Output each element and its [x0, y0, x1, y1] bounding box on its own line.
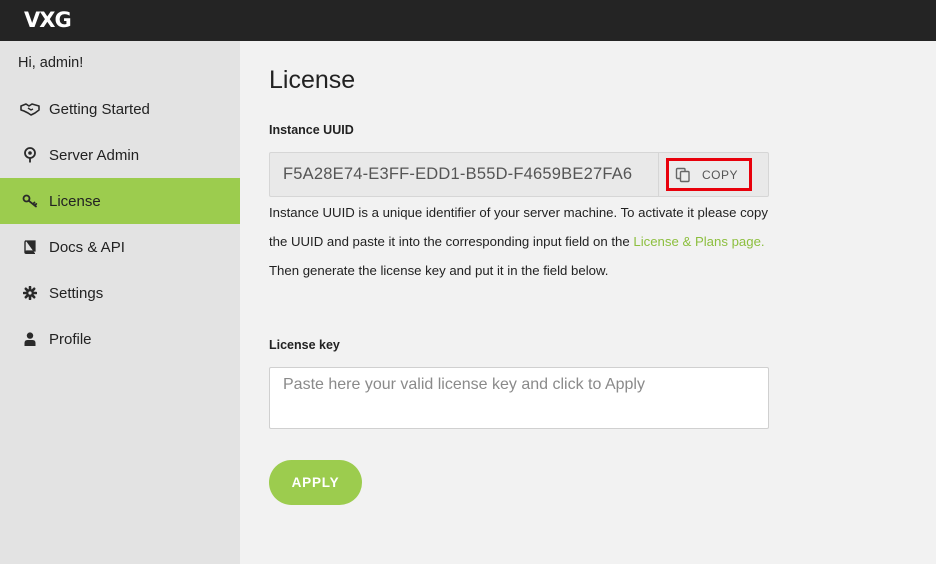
book-icon — [20, 238, 40, 256]
sidebar-item-label: Docs & API — [49, 238, 125, 256]
sidebar-item-label: Getting Started — [49, 100, 150, 118]
sidebar-item-license[interactable]: License — [0, 178, 240, 224]
instance-uuid-label: Instance UUID — [269, 123, 354, 137]
sidebar: Hi, admin! Getting Started Server Admin — [0, 41, 240, 564]
instance-uuid-value: F5A28E74-E3FF-EDD1-B55D-F4659BE27FA6 — [283, 165, 633, 183]
sidebar-nav: Getting Started Server Admin License Doc… — [0, 86, 240, 362]
main-content: License Instance UUID F5A28E74-E3FF-EDD1… — [240, 41, 936, 564]
uuid-description: Instance UUID is a unique identifier of … — [269, 198, 769, 285]
sidebar-item-docs-api[interactable]: Docs & API — [0, 224, 240, 270]
license-key-field — [269, 367, 769, 429]
license-plans-link[interactable]: License & Plans page. — [633, 234, 764, 249]
sidebar-item-server-admin[interactable]: Server Admin — [0, 132, 240, 178]
page-title: License — [269, 66, 356, 94]
top-bar: VXG — [0, 0, 936, 41]
location-pin-icon — [20, 146, 40, 164]
sidebar-item-profile[interactable]: Profile — [0, 316, 240, 362]
instance-uuid-field: F5A28E74-E3FF-EDD1-B55D-F4659BE27FA6 COP… — [269, 152, 769, 197]
copy-button-label: COPY — [702, 167, 739, 182]
sidebar-item-label: Server Admin — [49, 146, 140, 164]
copy-uuid-button[interactable]: COPY — [666, 158, 752, 191]
greeting-text: Hi, admin! — [18, 55, 84, 71]
description-text: Then generate the license key and put it… — [269, 263, 609, 278]
sidebar-item-label: Settings — [49, 284, 104, 302]
license-key-label: License key — [269, 338, 340, 352]
gear-icon — [20, 284, 40, 302]
copy-icon — [675, 167, 691, 183]
sidebar-item-getting-started[interactable]: Getting Started — [0, 86, 240, 132]
sidebar-item-settings[interactable]: Settings — [0, 270, 240, 316]
vxg-logo[interactable]: VXG — [24, 8, 72, 32]
key-icon — [20, 192, 40, 210]
sidebar-item-label: License — [49, 192, 101, 210]
field-divider — [658, 153, 659, 196]
apply-button[interactable]: APPLY — [269, 460, 362, 505]
handshake-icon — [20, 100, 40, 118]
license-key-input[interactable] — [270, 368, 768, 428]
user-icon — [20, 330, 40, 348]
sidebar-item-label: Profile — [49, 330, 92, 348]
